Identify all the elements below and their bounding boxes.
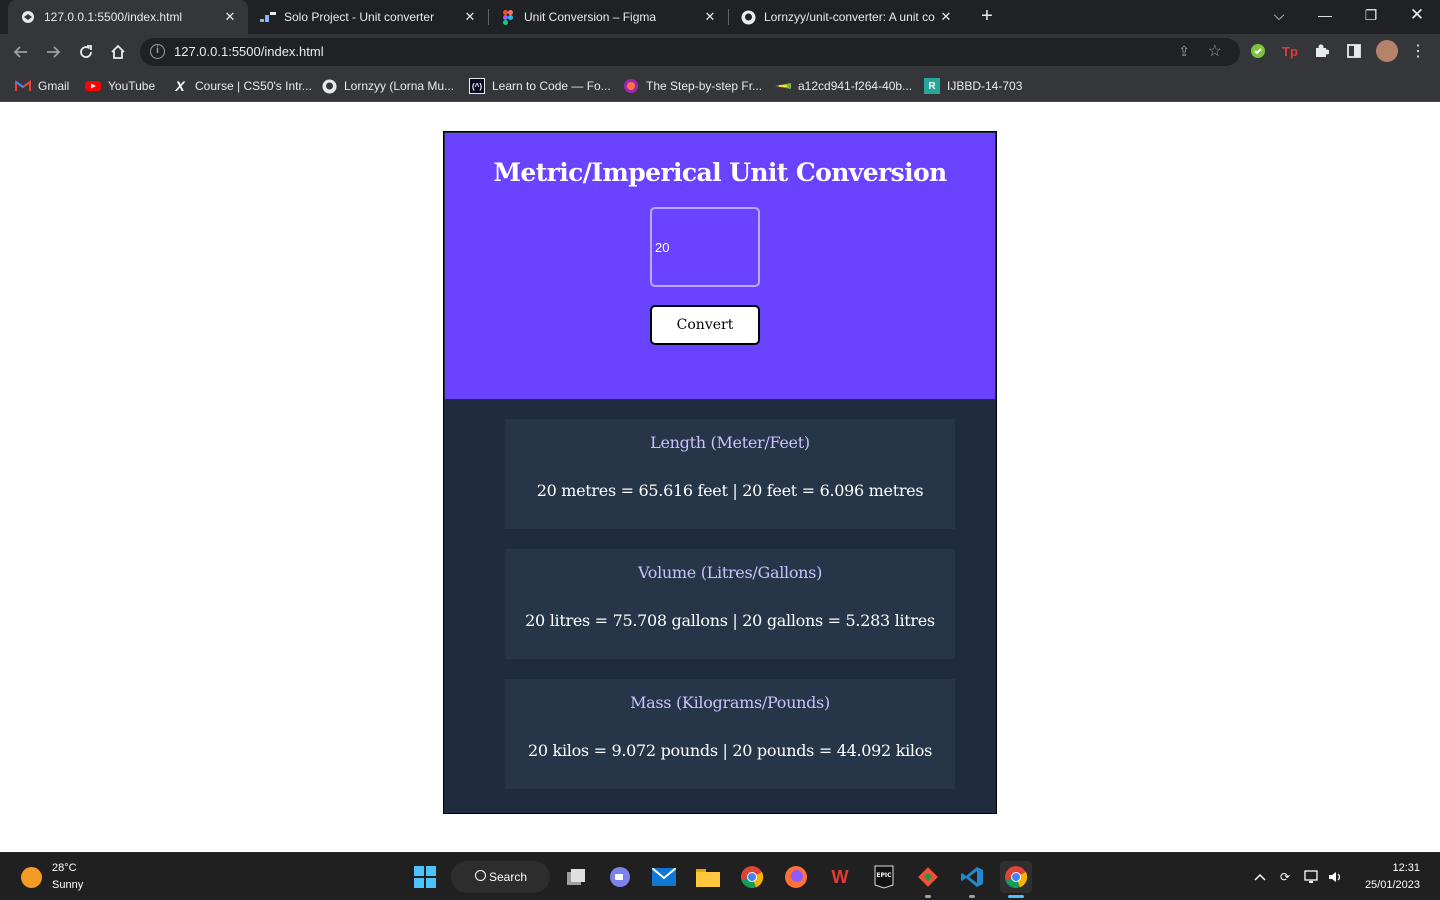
convert-button[interactable]: Convert [650, 305, 760, 345]
volume-card: Volume (Litres/Gallons) 20 litres = 75.7… [505, 549, 955, 659]
clock-time[interactable]: 12:31 [1392, 862, 1420, 874]
file-explorer-icon[interactable] [692, 861, 724, 893]
freecodecamp-icon: (^) [469, 78, 485, 94]
weather-temperature[interactable]: 28°C [52, 862, 77, 874]
volume-title: Volume (Litres/Gallons) [637, 563, 823, 582]
search-label: Search [489, 870, 528, 884]
chevron-up-icon[interactable] [1251, 869, 1269, 885]
tab-title: Lornzyy/unit-converter: A unit co [764, 10, 935, 24]
sun-icon[interactable] [21, 867, 42, 888]
bookmark-star-icon[interactable]: ☆ [1208, 41, 1222, 61]
scrimba-icon [260, 9, 276, 25]
side-panel-icon[interactable] [1345, 42, 1363, 60]
extension-tp-icon[interactable]: Tp [1281, 42, 1299, 60]
address-bar[interactable]: i 127.0.0.1:5500/index.html ⇪ ☆ [140, 38, 1240, 66]
browser-toolbar: i 127.0.0.1:5500/index.html ⇪ ☆ Tp ⋮ [0, 34, 1440, 70]
restore-button[interactable]: ❐ [1348, 0, 1394, 30]
bookmark-gmail[interactable]: Gmail [15, 77, 69, 95]
minimize-button[interactable]: — [1302, 0, 1348, 30]
close-tab-icon[interactable]: ✕ [702, 9, 718, 25]
vscode-icon[interactable] [956, 861, 988, 893]
running-indicator [969, 895, 975, 898]
puzzle-extensions-icon[interactable] [1313, 42, 1331, 60]
wps-office-icon[interactable]: W [824, 861, 856, 893]
bookmark-ijbbd[interactable]: R IJBBD-14-703 [924, 77, 1022, 95]
page-viewport: Metric/Imperical Unit Conversion Convert… [0, 103, 1440, 852]
sync-icon[interactable]: ⟳ [1276, 869, 1294, 885]
forward-button[interactable] [41, 40, 65, 64]
mass-result: 20 kilos = 9.072 pounds | 20 pounds = 44… [528, 741, 932, 760]
back-button[interactable] [9, 40, 33, 64]
home-button[interactable] [106, 40, 130, 64]
url-text: 127.0.0.1:5500/index.html [174, 44, 324, 59]
running-indicator [925, 895, 931, 898]
length-card: Length (Meter/Feet) 20 metres = 65.616 f… [505, 419, 955, 529]
length-result: 20 metres = 65.616 feet | 20 feet = 6.09… [536, 481, 924, 500]
github-icon [321, 78, 337, 94]
github-icon [740, 9, 756, 25]
mass-title: Mass (Kilograms/Pounds) [630, 693, 830, 712]
chrome-icon[interactable] [736, 861, 768, 893]
plane-icon [775, 78, 791, 94]
weather-condition[interactable]: Sunny [52, 879, 83, 891]
r-icon: R [924, 78, 940, 94]
mass-card: Mass (Kilograms/Pounds) 20 kilos = 9.072… [505, 679, 955, 789]
start-button[interactable] [409, 861, 441, 893]
mail-icon[interactable] [648, 861, 680, 893]
extension-green-icon[interactable] [1249, 42, 1267, 60]
tab-title: 127.0.0.1:5500/index.html [44, 10, 183, 24]
bookmark-github-profile[interactable]: Lornzyy (Lorna Mu... [321, 77, 454, 95]
network-icon[interactable] [1303, 869, 1321, 885]
menu-icon[interactable]: ⋮ [1409, 42, 1427, 60]
site-info-icon[interactable]: i [150, 44, 165, 59]
chrome-active-icon[interactable] [1000, 861, 1032, 893]
figma-icon [500, 9, 516, 25]
unit-converter-app: Metric/Imperical Unit Conversion Convert… [443, 131, 997, 814]
tab-github[interactable]: Lornzyy/unit-converter: A unit co ✕ [728, 0, 964, 34]
reload-button[interactable] [74, 40, 98, 64]
close-window-button[interactable]: ✕ [1394, 0, 1440, 30]
edx-icon: X [175, 78, 185, 94]
bookmark-a12cd941[interactable]: a12cd941-f264-40b... [775, 77, 912, 95]
share-icon[interactable]: ⇪ [1178, 43, 1190, 60]
bookmark-freecodecamp[interactable]: (^) Learn to Code — Fo... [469, 77, 611, 95]
globe-icon [20, 9, 36, 25]
task-view-icon[interactable] [560, 861, 592, 893]
youtube-icon [85, 78, 101, 94]
tab-title: Unit Conversion – Figma [524, 10, 657, 24]
bookmark-cs50[interactable]: X Course | CS50's Intr... [172, 77, 311, 95]
volume-icon[interactable] [1327, 869, 1345, 885]
tab-strip: 127.0.0.1:5500/index.html ✕ Solo Project… [0, 0, 1440, 34]
git-icon[interactable] [912, 861, 944, 893]
colorful-icon [623, 78, 639, 94]
clock-date[interactable]: 25/01/2023 [1365, 879, 1420, 891]
close-tab-icon[interactable]: ✕ [462, 9, 478, 25]
converter-header: Metric/Imperical Unit Conversion Convert [445, 133, 995, 399]
volume-result: 20 litres = 75.708 gallons | 20 gallons … [525, 611, 935, 630]
page-title: Metric/Imperical Unit Conversion [493, 158, 947, 187]
chat-icon[interactable] [604, 861, 636, 893]
gmail-icon [15, 78, 31, 94]
bookmarks-bar: Gmail YouTube X Course | CS50's Intr... … [0, 70, 1440, 102]
bookmark-step-by-step[interactable]: The Step-by-step Fr... [623, 77, 762, 95]
active-indicator [1008, 895, 1024, 898]
close-tab-icon[interactable]: ✕ [938, 9, 954, 25]
number-input[interactable] [650, 207, 760, 287]
profile-avatar[interactable] [1376, 40, 1398, 62]
tab-scrimba[interactable]: Solo Project - Unit converter ✕ [248, 0, 488, 34]
tab-search-icon[interactable]: ⌵ [1256, 0, 1302, 30]
taskbar-search[interactable]: Search [451, 861, 550, 893]
tab-localhost[interactable]: 127.0.0.1:5500/index.html ✕ [8, 0, 248, 34]
search-icon [475, 870, 486, 881]
firefox-icon[interactable] [780, 861, 812, 893]
tab-title: Solo Project - Unit converter [284, 10, 435, 24]
tab-figma[interactable]: Unit Conversion – Figma ✕ [488, 0, 728, 34]
epic-games-icon[interactable]: EPIC [868, 861, 900, 893]
bookmark-youtube[interactable]: YouTube [85, 77, 155, 95]
windows-taskbar: 28°C Sunny Search W EPIC ⟳ 12:31 25/01/2… [0, 852, 1440, 900]
length-title: Length (Meter/Feet) [650, 433, 810, 452]
close-tab-icon[interactable]: ✕ [222, 9, 238, 25]
new-tab-button[interactable]: + [976, 5, 998, 27]
svg-text:EPIC: EPIC [876, 872, 892, 879]
